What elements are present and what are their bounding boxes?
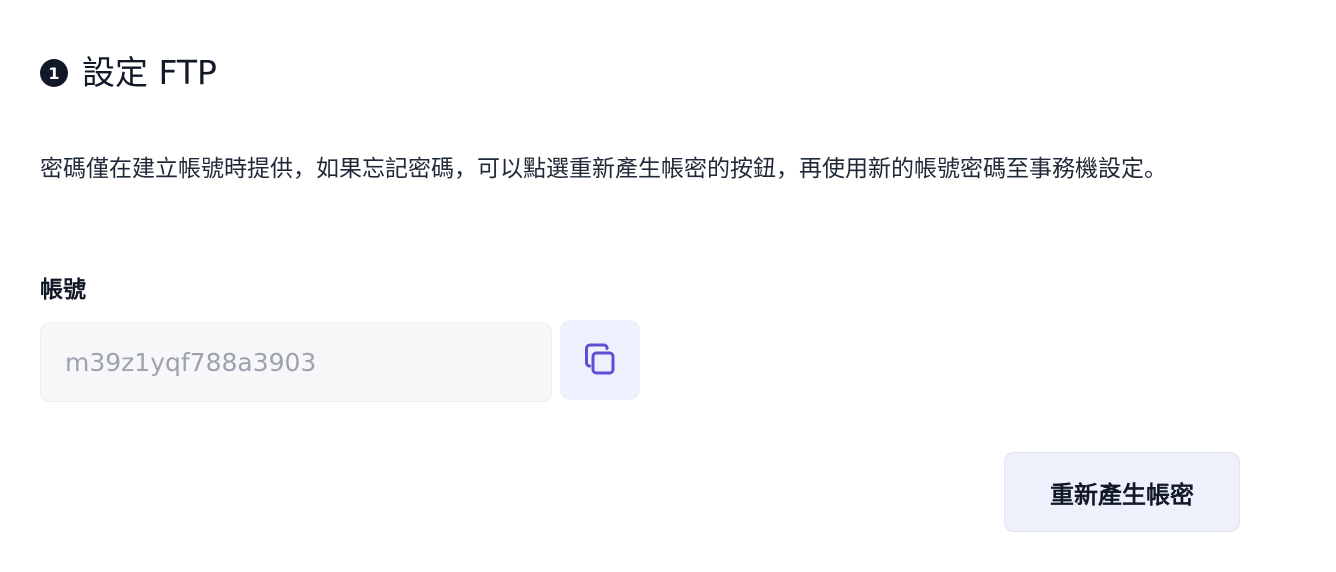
account-label: 帳號	[40, 277, 86, 303]
description-text: 密碼僅在建立帳號時提供，如果忘記密碼，可以點選重新產生帳密的按鈕，再使用新的帳號…	[40, 156, 1167, 182]
regenerate-credentials-button[interactable]: 重新產生帳密	[1004, 452, 1240, 532]
account-field[interactable]	[40, 322, 552, 402]
ftp-settings-panel: 1 設定 FTP 密碼僅在建立帳號時提供，如果忘記密碼，可以點選重新產生帳密的按…	[0, 0, 1336, 572]
copy-account-button[interactable]	[560, 320, 640, 400]
step-number-badge: 1	[40, 59, 68, 87]
copy-icon	[579, 339, 621, 381]
step-heading: 1 設定 FTP	[40, 50, 217, 96]
step-title: 設定 FTP	[82, 53, 217, 92]
